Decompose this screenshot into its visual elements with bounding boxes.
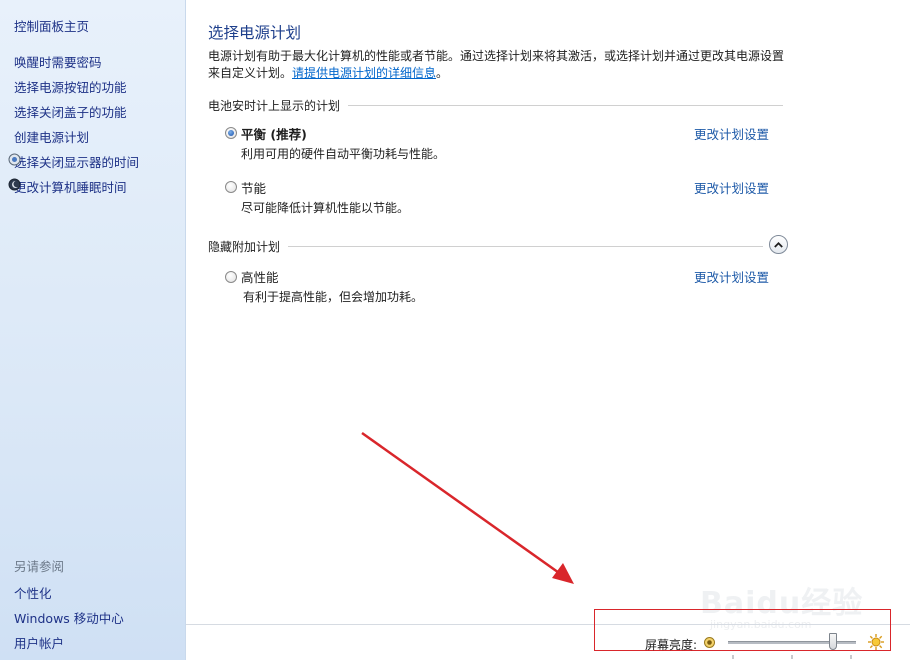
see-also-user-accounts-link[interactable]: 用户帐户 — [14, 633, 64, 652]
main-content: 选择电源计划 电源计划有助于最大化计算机的性能或者节能。通过选择计划来将其激活，… — [186, 0, 910, 660]
control-panel-home-link[interactable]: 控制面板主页 — [14, 16, 89, 35]
turn-off-display-link[interactable]: 选择关闭显示器的时间 — [8, 152, 140, 171]
group-divider — [288, 246, 763, 247]
hidden-plans-header: 隐藏附加计划 — [208, 238, 763, 255]
see-also-mobility-center-link[interactable]: Windows 移动中心 — [14, 608, 124, 627]
plan-power-saver-name[interactable]: 节能 — [241, 178, 266, 197]
plan-info-link[interactable]: 请提供电源计划的详细信息 — [292, 66, 436, 80]
change-sleep-time-link[interactable]: 更改计算机睡眠时间 — [8, 177, 127, 196]
create-power-plan-link[interactable]: 创建电源计划 — [14, 127, 89, 146]
page-description: 电源计划有助于最大化计算机的性能或者节能。通过选择计划来将其激活，或选择计划并通… — [208, 48, 788, 82]
plan-high-performance-name[interactable]: 高性能 — [241, 267, 279, 286]
choose-lid-close-link[interactable]: 选择关闭盖子的功能 — [14, 102, 127, 121]
left-task-pane: 控制面板主页 唤醒时需要密码 选择电源按钮的功能 选择关闭盖子的功能 创建电源计… — [0, 0, 186, 660]
brightness-slider-ticks — [732, 655, 852, 659]
dim-brightness-icon — [704, 637, 715, 648]
see-also-personalization-link[interactable]: 个性化 — [14, 583, 52, 602]
description-end: 。 — [436, 66, 449, 80]
plan-balanced-name[interactable]: 平衡 (推荐) — [241, 124, 307, 143]
plan-balanced-change-settings-link[interactable]: 更改计划设置 — [694, 124, 769, 143]
annotation-highlight-box — [594, 609, 891, 651]
chevron-up-icon — [774, 241, 783, 248]
moon-icon — [8, 178, 21, 191]
bright-brightness-icon — [868, 634, 884, 650]
plan-power-saver-radio[interactable] — [225, 181, 237, 193]
plan-high-performance-change-settings-link[interactable]: 更改计划设置 — [694, 267, 769, 286]
choose-power-button-link[interactable]: 选择电源按钮的功能 — [14, 77, 127, 96]
brightness-slider-thumb[interactable] — [828, 633, 837, 650]
battery-meter-plans-header: 电池安时计上显示的计划 — [208, 97, 783, 114]
see-also-heading: 另请参阅 — [14, 559, 65, 574]
plan-power-saver-change-settings-link[interactable]: 更改计划设置 — [694, 178, 769, 197]
group-divider — [348, 105, 783, 106]
plan-balanced-desc: 利用可用的硬件自动平衡功耗与性能。 — [241, 147, 446, 161]
screen-brightness-label: 屏幕亮度: — [645, 638, 698, 652]
plan-high-performance-desc: 有利于提高性能，但会增加功耗。 — [243, 290, 424, 304]
plan-high-performance-radio[interactable] — [225, 271, 237, 283]
hidden-plans-title: 隐藏附加计划 — [208, 240, 281, 254]
page-title: 选择电源计划 — [208, 24, 302, 42]
plan-balanced-radio[interactable] — [225, 127, 237, 139]
display-shield-icon — [8, 153, 21, 166]
collapse-hidden-plans-button[interactable] — [769, 235, 788, 254]
turn-off-display-label: 选择关闭显示器的时间 — [14, 155, 140, 170]
plan-power-saver-desc: 尽可能降低计算机性能以节能。 — [241, 201, 410, 215]
require-password-on-wakeup-link[interactable]: 唤醒时需要密码 — [14, 52, 102, 71]
battery-meter-plans-title: 电池安时计上显示的计划 — [208, 99, 341, 113]
change-sleep-time-label: 更改计算机睡眠时间 — [14, 180, 127, 195]
